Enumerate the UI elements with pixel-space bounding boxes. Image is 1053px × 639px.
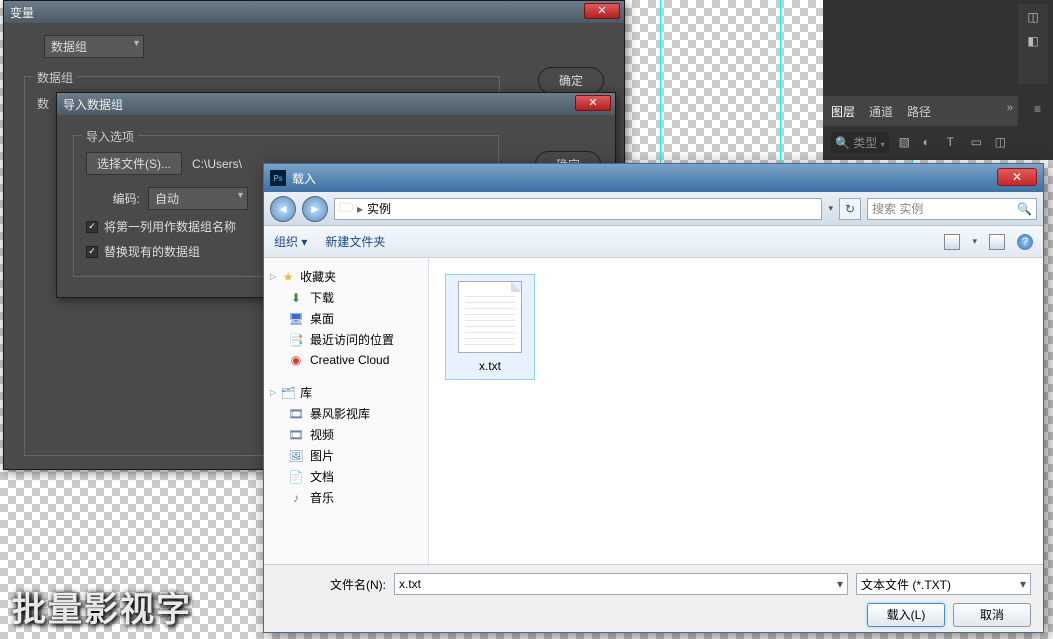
panel-menu-icon[interactable]: ≡: [1034, 102, 1041, 116]
variables-titlebar[interactable]: 变量 ✕: [4, 1, 624, 23]
recent-icon: 📑: [288, 332, 304, 348]
sidebar-favorites[interactable]: 收藏夹: [300, 268, 336, 285]
file-list[interactable]: x.txt: [429, 258, 1043, 564]
filter-type-icon[interactable]: T: [947, 135, 961, 149]
import-titlebar[interactable]: 导入数据组 ✕: [57, 93, 615, 115]
close-icon[interactable]: ✕: [997, 168, 1037, 186]
storm-icon: 🎞: [288, 406, 304, 422]
search-placeholder: 搜索 实例: [872, 200, 923, 217]
filter-smart-icon[interactable]: ◫: [995, 135, 1009, 149]
file-open-dialog: Ps 载入 ✕ ◄ ► 🗀 ▸ 实例 ▾ ↻ 搜索 实例 🔍 组织 ▾ 新建文件…: [263, 163, 1044, 633]
desktop-icon: 🖥: [288, 311, 304, 327]
text-file-icon: [458, 281, 522, 353]
sidebar-recent[interactable]: 最近访问的位置: [310, 331, 394, 348]
layer-filter-type[interactable]: 🔍 类型 ▾: [831, 132, 889, 153]
file-dialog-title: 载入: [292, 170, 316, 187]
load-button[interactable]: 载入(L): [867, 603, 945, 627]
filetype-select[interactable]: 文本文件 (*.TXT): [856, 573, 1031, 595]
watermark-text: 批量影视字: [12, 582, 192, 631]
preview-pane-icon[interactable]: [989, 234, 1005, 250]
forward-button[interactable]: ►: [302, 196, 328, 222]
sidebar-pictures[interactable]: 图片: [310, 447, 334, 464]
file-name: x.txt: [452, 359, 528, 373]
panel-tabs: 图层 通道 路径: [823, 96, 1018, 126]
places-sidebar[interactable]: ▷★收藏夹 ⬇下载 🖥桌面 📑最近访问的位置 ◉Creative Cloud ▷…: [264, 258, 429, 564]
music-icon: ♪: [288, 490, 304, 506]
tabs-overflow[interactable]: »: [1007, 102, 1013, 114]
encoding-label: 编码:: [86, 190, 140, 207]
sidebar-video[interactable]: 视频: [310, 426, 334, 443]
close-icon[interactable]: ✕: [584, 3, 620, 19]
cc-icon: ◉: [288, 352, 304, 368]
filter-shape-icon[interactable]: ▭: [971, 135, 985, 149]
search-icon: 🔍: [1017, 202, 1032, 216]
nav-bar: ◄ ► 🗀 ▸ 实例 ▾ ↻ 搜索 实例 🔍: [264, 192, 1043, 226]
sidebar-downloads[interactable]: 下载: [310, 289, 334, 306]
file-dialog-footer: 文件名(N): x.txt 文本文件 (*.TXT) 载入(L) 取消: [264, 564, 1043, 632]
panel-icon[interactable]: ◫: [1027, 10, 1038, 24]
documents-icon: 📄: [288, 469, 304, 485]
filter-image-icon[interactable]: ▧: [899, 135, 913, 149]
download-icon: ⬇: [288, 290, 304, 306]
panels-dock: ◫ ◧ 图层 通道 路径 » ≡ 🔍 类型 ▾ ▧ ◐ T ▭ ◫: [823, 0, 1053, 160]
close-icon[interactable]: ✕: [575, 95, 611, 111]
import-options-legend: 导入选项: [82, 128, 138, 145]
panel-icon[interactable]: ◧: [1027, 34, 1038, 48]
variables-mode-select[interactable]: 数据组: [44, 35, 144, 58]
filename-input[interactable]: x.txt: [394, 573, 848, 595]
video-icon: 🎞: [288, 427, 304, 443]
refresh-button[interactable]: ↻: [839, 198, 861, 220]
cancel-button[interactable]: 取消: [953, 603, 1031, 627]
view-mode-icon[interactable]: [944, 234, 960, 250]
filename-label: 文件名(N):: [276, 576, 386, 593]
import-title: 导入数据组: [63, 96, 123, 113]
new-folder-button[interactable]: 新建文件夹: [325, 233, 385, 250]
file-path-text: C:\Users\: [192, 157, 242, 171]
ok-button[interactable]: 确定: [538, 67, 604, 94]
organize-menu[interactable]: 组织 ▾: [274, 233, 307, 250]
collapsed-panel-strip[interactable]: ◫ ◧: [1018, 4, 1048, 84]
breadcrumb[interactable]: 🗀 ▸ 实例: [334, 198, 822, 220]
tab-channels[interactable]: 通道: [869, 103, 893, 120]
layer-filter-row: 🔍 类型 ▾ ▧ ◐ T ▭ ◫: [823, 128, 1051, 156]
tab-paths[interactable]: 路径: [907, 103, 931, 120]
select-file-button[interactable]: 选择文件(S)...: [86, 152, 182, 175]
sidebar-cc[interactable]: Creative Cloud: [310, 353, 389, 367]
sidebar-storm[interactable]: 暴风影视库: [310, 405, 370, 422]
tab-layers[interactable]: 图层: [831, 103, 855, 120]
sidebar-music[interactable]: 音乐: [310, 489, 334, 506]
file-dialog-titlebar[interactable]: Ps 载入 ✕: [264, 164, 1043, 192]
crumb-folder[interactable]: 实例: [367, 200, 391, 217]
star-icon: ★: [280, 269, 296, 285]
encoding-select[interactable]: 自动: [148, 187, 248, 210]
folder-icon: 🗀: [339, 197, 353, 221]
variables-title: 变量: [10, 4, 34, 21]
sidebar-desktop[interactable]: 桌面: [310, 310, 334, 327]
dataset-legend: 数据组: [33, 69, 77, 86]
ps-icon: Ps: [270, 170, 286, 186]
sidebar-libraries[interactable]: 库: [300, 384, 312, 401]
search-input[interactable]: 搜索 实例 🔍: [867, 198, 1037, 220]
file-toolbar: 组织 ▾ 新建文件夹 ▾ ?: [264, 226, 1043, 258]
checkbox-label: 将第一列用作数据组名称: [104, 218, 236, 235]
help-icon[interactable]: ?: [1017, 234, 1033, 250]
library-icon: 🗂: [280, 385, 296, 401]
pictures-icon: 🖼: [288, 448, 304, 464]
checkbox-label: 替换现有的数据组: [104, 243, 200, 260]
sidebar-documents[interactable]: 文档: [310, 468, 334, 485]
file-item[interactable]: x.txt: [445, 274, 535, 380]
filter-adjust-icon[interactable]: ◐: [923, 135, 937, 149]
back-button[interactable]: ◄: [270, 196, 296, 222]
